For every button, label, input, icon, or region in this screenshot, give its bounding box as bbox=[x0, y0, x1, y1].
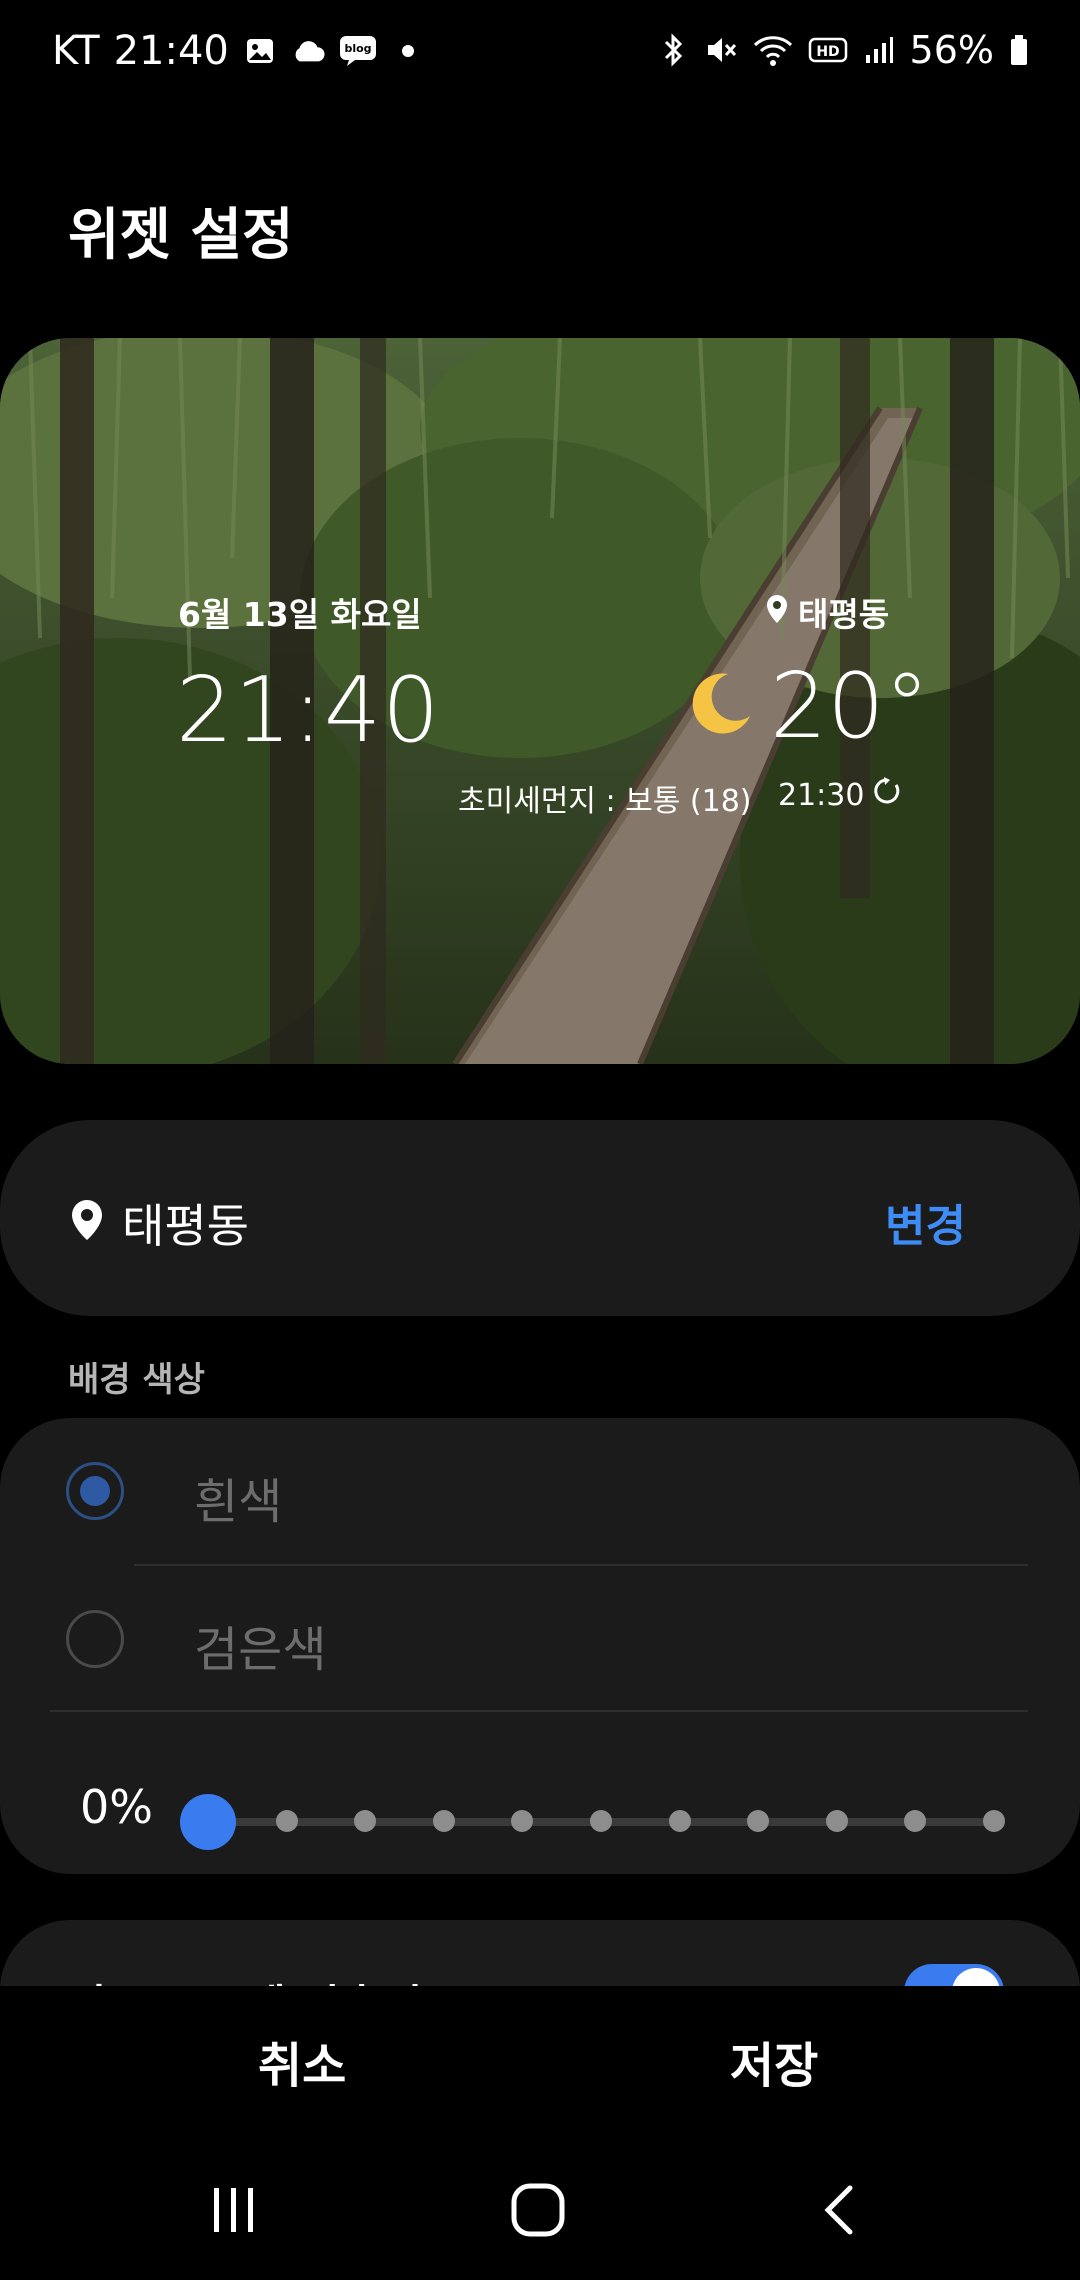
wifi-icon bbox=[752, 33, 794, 67]
option-white[interactable]: 흰색 bbox=[0, 1418, 1080, 1564]
mute-icon bbox=[704, 33, 738, 67]
page-title: 위젯 설정 bbox=[68, 203, 294, 268]
slider-step-dot bbox=[432, 1810, 455, 1832]
status-right: HD 56% bbox=[656, 28, 1030, 72]
slider-step-dot bbox=[747, 1810, 770, 1832]
option-black-label: 검은색 bbox=[194, 1622, 327, 1678]
transparency-value: 0% bbox=[80, 1780, 153, 1834]
cloud-icon bbox=[291, 34, 325, 68]
slider-step-dot bbox=[668, 1810, 691, 1832]
hd-badge-text: HD bbox=[816, 44, 839, 60]
refresh-icon bbox=[872, 776, 902, 814]
status-time: 21:40 bbox=[113, 28, 229, 74]
cancel-button[interactable]: 취소 bbox=[258, 2026, 346, 2096]
status-bar: KT 21:40 blog HD 56% bbox=[0, 0, 1080, 110]
widget-location: 태평동 bbox=[766, 588, 889, 636]
background-color-card: 흰색 검은색 0% bbox=[0, 1418, 1080, 1874]
widget-settings-screen: KT 21:40 blog HD 56% 위젯 설정 6월 13일 화요일 21… bbox=[0, 0, 1080, 2280]
divider bbox=[50, 1710, 1028, 1712]
slider-step-dot bbox=[904, 1810, 927, 1832]
widget-date: 6월 13일 화요일 bbox=[178, 595, 422, 634]
widget-location-name: 태평동 bbox=[798, 595, 890, 634]
slider-step-dot bbox=[983, 1810, 1005, 1832]
save-button[interactable]: 저장 bbox=[730, 2026, 818, 2096]
slider-step-dot bbox=[590, 1810, 612, 1832]
battery-percent: 56% bbox=[909, 28, 994, 72]
carrier-label: KT bbox=[52, 28, 100, 74]
home-icon[interactable] bbox=[508, 2180, 568, 2240]
change-location-button[interactable]: 변경 bbox=[885, 1190, 966, 1254]
action-bar: 취소 저장 bbox=[0, 1986, 1080, 2136]
location-card[interactable]: 태평동 변경 bbox=[0, 1120, 1080, 1316]
widget-air-quality: 초미세먼지 : 보통 (18) bbox=[458, 784, 752, 819]
hd-voice-icon: HD bbox=[808, 33, 848, 67]
battery-icon bbox=[1008, 33, 1030, 67]
slider-step-dot bbox=[825, 1810, 848, 1832]
status-left: KT 21:40 blog bbox=[52, 28, 425, 74]
back-icon[interactable] bbox=[810, 2180, 870, 2240]
widget-temperature: 20° bbox=[770, 654, 930, 759]
widget-updated-time: 21:30 bbox=[778, 777, 865, 813]
blog-icon: blog bbox=[339, 34, 377, 68]
widget-updated: 21:30 bbox=[778, 776, 902, 814]
blog-badge-text: blog bbox=[344, 42, 371, 55]
location-name: 태평동 bbox=[122, 1199, 249, 1253]
signal-icon bbox=[862, 33, 896, 67]
photo-icon bbox=[243, 34, 277, 68]
radio-white[interactable] bbox=[66, 1462, 124, 1520]
transparency-slider-thumb[interactable] bbox=[180, 1794, 236, 1850]
navigation-bar bbox=[0, 2136, 1080, 2280]
background-color-label: 배경 색상 bbox=[68, 1360, 205, 1400]
widget-time: 21:40 bbox=[176, 658, 441, 763]
notification-dot-icon bbox=[391, 34, 425, 68]
moon-icon bbox=[688, 670, 754, 736]
widget-preview: 6월 13일 화요일 21:40 태평동 20° 초미세먼지 : 보통 (18)… bbox=[0, 338, 1080, 1064]
slider-step-dot bbox=[275, 1810, 298, 1832]
bluetooth-icon bbox=[656, 33, 690, 67]
option-black[interactable]: 검은색 bbox=[0, 1566, 1080, 1712]
location-pin-icon bbox=[70, 1198, 104, 1242]
transparency-slider-row: 0% bbox=[0, 1728, 1080, 1874]
radio-black[interactable] bbox=[66, 1610, 124, 1668]
slider-step-dot bbox=[354, 1810, 377, 1832]
option-white-label: 흰색 bbox=[194, 1474, 283, 1530]
recent-apps-icon[interactable] bbox=[204, 2180, 264, 2240]
location-pin-icon bbox=[766, 593, 788, 632]
slider-step-dot bbox=[511, 1810, 534, 1832]
